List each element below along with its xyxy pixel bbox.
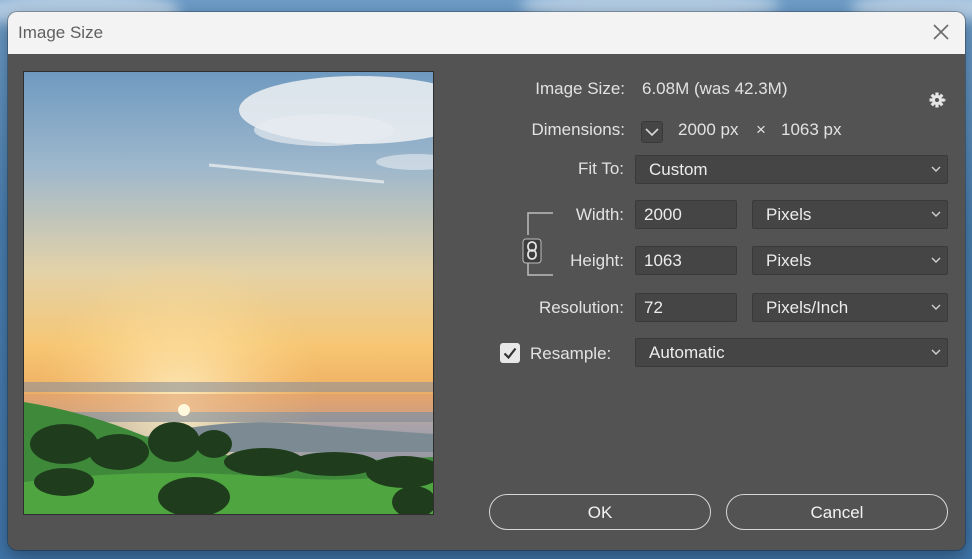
resolution-input[interactable]: 72	[635, 293, 737, 322]
resolution-unit-value: Pixels/Inch	[766, 298, 849, 317]
dialog-title: Image Size	[18, 23, 104, 42]
resample-label: Resample:	[530, 344, 612, 363]
height-unit-select[interactable]: Pixels	[752, 246, 948, 275]
dimensions-label: Dimensions:	[531, 120, 625, 139]
chevron-down-icon	[931, 349, 941, 355]
width-input[interactable]: 2000	[635, 200, 737, 229]
link-icon[interactable]	[522, 238, 542, 264]
resample-value: Automatic	[649, 343, 725, 362]
height-label: Height:	[570, 251, 624, 270]
dimensions-times: ×	[756, 120, 766, 139]
gear-icon[interactable]	[928, 91, 952, 109]
width-label: Width:	[575, 205, 624, 224]
ok-button[interactable]: OK	[489, 494, 711, 530]
dimensions-unit-toggle[interactable]	[641, 121, 663, 143]
dimensions-width: 2000 px	[678, 120, 739, 139]
height-input[interactable]: 1063	[635, 246, 737, 275]
chevron-down-icon	[645, 128, 659, 137]
resample-select[interactable]: Automatic	[635, 338, 948, 367]
resolution-label: Resolution:	[538, 298, 624, 317]
chevron-down-icon	[931, 211, 941, 217]
preview-landscape	[24, 72, 433, 514]
width-unit-value: Pixels	[766, 205, 812, 224]
chevron-down-icon	[931, 166, 941, 172]
close-icon[interactable]	[931, 22, 951, 42]
image-size-label: Image Size:	[535, 79, 625, 98]
cancel-button[interactable]: Cancel	[726, 494, 948, 530]
fit-to-value: Custom	[649, 160, 708, 179]
image-preview[interactable]	[23, 71, 434, 515]
resample-checkbox[interactable]	[500, 343, 520, 363]
dimensions-height: 1063 px	[781, 120, 842, 139]
title-bar: Image Size	[8, 12, 965, 54]
width-unit-select[interactable]: Pixels	[752, 200, 948, 229]
fit-to-select[interactable]: Custom	[635, 155, 948, 184]
resolution-unit-select[interactable]: Pixels/Inch	[752, 293, 948, 322]
image-size-value: 6.08M (was 42.3M)	[642, 79, 788, 98]
image-size-dialog: Image Size Image Size: 6.08M (was 42.3M)…	[8, 12, 965, 550]
chevron-down-icon	[931, 304, 941, 310]
chevron-down-icon	[931, 257, 941, 263]
checkmark-icon	[503, 347, 517, 360]
height-unit-value: Pixels	[766, 251, 812, 270]
fit-to-label: Fit To:	[578, 159, 624, 178]
